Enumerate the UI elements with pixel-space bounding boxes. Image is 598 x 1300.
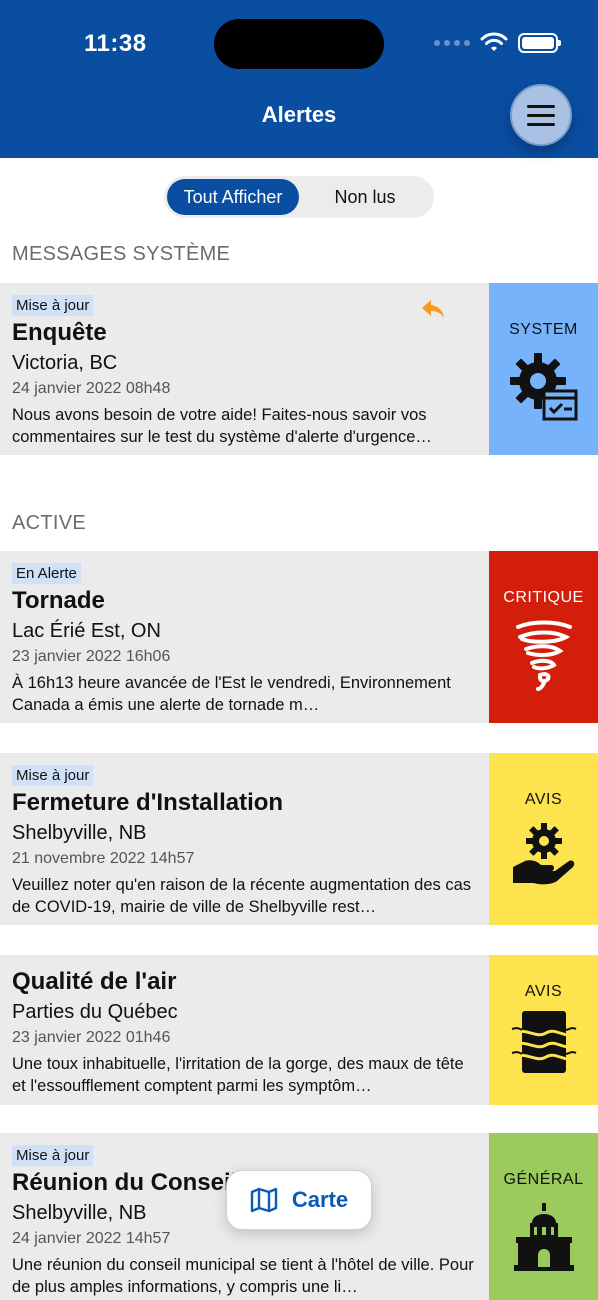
alert-date: 21 novembre 2022 14h57: [12, 850, 195, 867]
filter-all-button[interactable]: Tout Afficher: [167, 179, 299, 215]
menu-button[interactable]: [510, 84, 572, 146]
filter-segmented-control: Tout Afficher Non lus: [164, 176, 434, 218]
air-quality-icon: [511, 1011, 576, 1073]
category-panel: CRITIQUE: [489, 551, 598, 723]
alert-location: Parties du Québec: [12, 1001, 178, 1023]
signal-icon: [434, 40, 470, 46]
category-label: SYSTEM: [509, 321, 578, 338]
alert-date: 23 janvier 2022 16h06: [12, 648, 171, 665]
page-title: Alertes: [261, 102, 337, 127]
status-badge: Mise à jour: [12, 1145, 94, 1166]
hand-gear-icon: [512, 823, 574, 885]
status-badge: Mise à jour: [12, 765, 94, 786]
alert-title: Qualité de l'air: [12, 968, 177, 995]
alert-card[interactable]: Qualité de l'air Parties du Québec 23 ja…: [0, 955, 598, 1105]
battery-icon: [518, 33, 561, 53]
alert-title: Fermeture d'Installation: [12, 789, 284, 816]
wifi-icon: [480, 32, 508, 51]
section-header-system: MESSAGES SYSTÈME: [12, 243, 231, 265]
alert-location: Lac Érié Est, ON: [12, 620, 161, 642]
gear-checklist-icon: [509, 353, 577, 421]
alert-location: Shelbyville, NB: [12, 822, 147, 844]
category-panel: GÉNÉRAL: [489, 1133, 598, 1300]
alert-card[interactable]: Mise à jour Enquête Victoria, BC 24 janv…: [0, 283, 598, 455]
alert-description: Une toux inhabituelle, l'irritation de l…: [12, 1055, 464, 1095]
alert-description: À 16h13 heure avancée de l'Est le vendre…: [12, 674, 451, 714]
alert-card[interactable]: Mise à jour Fermeture d'Installation She…: [0, 753, 598, 925]
alert-description: Une réunion du conseil municipal se tien…: [12, 1256, 474, 1296]
alert-date: 23 janvier 2022 01h46: [12, 1029, 171, 1046]
hamburger-icon: [527, 104, 555, 108]
alert-description: Veuillez noter qu'en raison de la récent…: [12, 876, 472, 916]
status-badge: Mise à jour: [12, 295, 94, 316]
alert-date: 24 janvier 2022 14h57: [12, 1230, 171, 1247]
category-label: CRITIQUE: [503, 589, 584, 606]
status-icons: [434, 32, 561, 54]
category-panel: SYSTEM: [489, 283, 598, 455]
alert-title: Enquête: [12, 319, 107, 346]
tornado-icon: [515, 620, 572, 691]
category-panel: AVIS: [489, 753, 598, 925]
alert-card[interactable]: En Alerte Tornade Lac Érié Est, ON 23 ja…: [0, 551, 598, 723]
category-label: AVIS: [524, 983, 563, 1000]
alert-title: Tornade: [12, 587, 105, 614]
alert-date: 24 janvier 2022 08h48: [12, 380, 171, 397]
category-label: GÉNÉRAL: [503, 1171, 584, 1188]
map-button-label: Carte: [291, 1187, 349, 1212]
map-icon: [250, 1187, 278, 1213]
app-header: 11:38 Alertes: [0, 0, 598, 158]
reply-icon: [422, 300, 444, 318]
city-hall-icon: [513, 1203, 574, 1271]
alert-location: Victoria, BC: [12, 352, 118, 374]
alert-description: Nous avons besoin de votre aide! Faites-…: [12, 406, 432, 446]
map-button[interactable]: Carte: [226, 1170, 372, 1230]
status-time: 11:38: [84, 30, 147, 57]
category-panel: AVIS: [489, 955, 598, 1105]
dynamic-island: [214, 19, 384, 69]
category-label: AVIS: [524, 791, 563, 808]
section-header-active: ACTIVE: [12, 512, 87, 534]
status-badge: En Alerte: [12, 563, 81, 584]
filter-unread-button[interactable]: Non lus: [299, 179, 431, 215]
